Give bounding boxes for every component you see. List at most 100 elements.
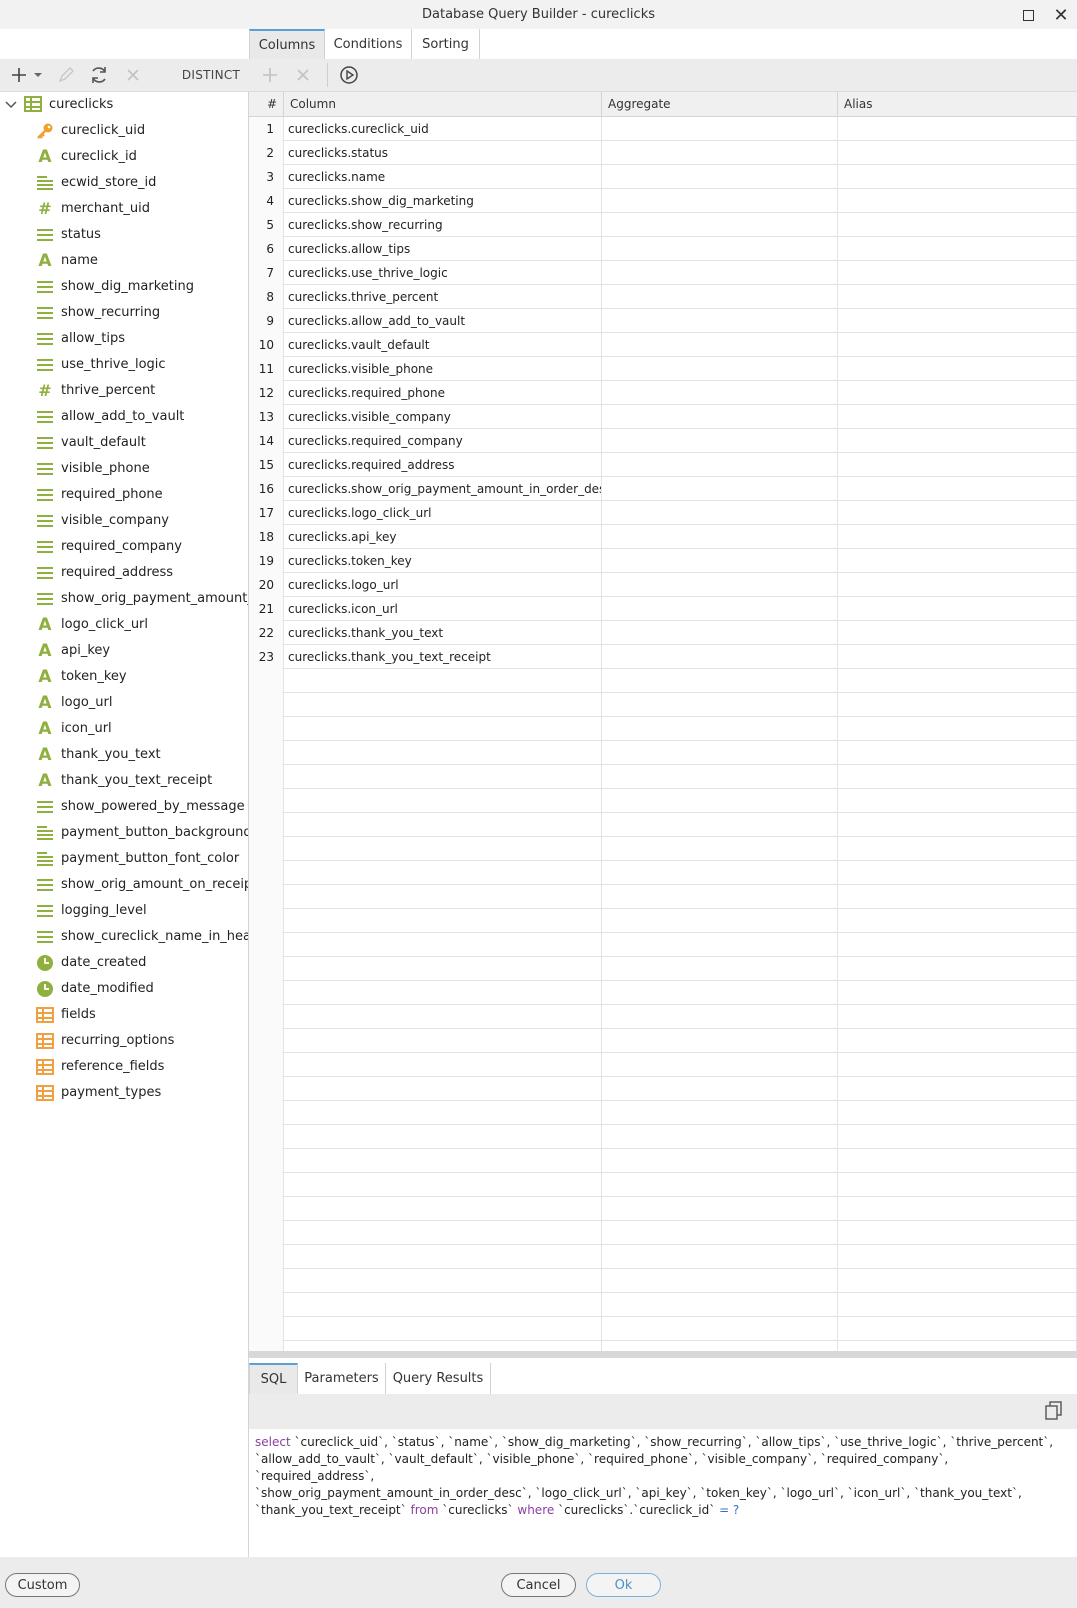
- tree-field-item[interactable]: # merchant_uid: [0, 196, 248, 222]
- chevron-down-icon[interactable]: [4, 98, 18, 112]
- delete-column-button[interactable]: [291, 63, 315, 87]
- copy-button[interactable]: [1043, 1400, 1065, 1422]
- alias-cell[interactable]: [838, 429, 1077, 453]
- tree-field-item[interactable]: Atoken_key: [0, 664, 248, 690]
- aggregate-cell[interactable]: [602, 1269, 838, 1293]
- table-row[interactable]: 5 cureclicks.show_recurring: [249, 213, 1077, 237]
- aggregate-cell[interactable]: [602, 285, 838, 309]
- alias-cell[interactable]: [838, 861, 1077, 885]
- tree-field-item[interactable]: payment_button_background_color: [0, 820, 248, 846]
- table-row[interactable]: [249, 789, 1077, 813]
- tab-query-results[interactable]: Query Results: [386, 1363, 491, 1394]
- column-cell[interactable]: [284, 789, 602, 813]
- tab-sql[interactable]: SQL: [249, 1363, 298, 1394]
- aggregate-cell[interactable]: [602, 1317, 838, 1341]
- column-cell[interactable]: [284, 837, 602, 861]
- aggregate-cell[interactable]: [602, 1005, 838, 1029]
- table-row[interactable]: 22 cureclicks.thank_you_text: [249, 621, 1077, 645]
- tree-field-item[interactable]: payment_types: [0, 1080, 248, 1106]
- aggregate-cell[interactable]: [602, 429, 838, 453]
- ok-button[interactable]: Ok: [586, 1573, 661, 1597]
- column-cell[interactable]: [284, 1029, 602, 1053]
- tree-field-item[interactable]: # thrive_percent: [0, 378, 248, 404]
- alias-cell[interactable]: [838, 405, 1077, 429]
- run-button[interactable]: [336, 63, 362, 87]
- column-cell[interactable]: [284, 933, 602, 957]
- aggregate-cell[interactable]: [602, 1029, 838, 1053]
- aggregate-cell[interactable]: [602, 333, 838, 357]
- tree-field-item[interactable]: Alogo_click_url: [0, 612, 248, 638]
- tab-conditions[interactable]: Conditions: [325, 29, 412, 59]
- aggregate-cell[interactable]: [602, 501, 838, 525]
- close-button[interactable]: ✕: [1049, 4, 1073, 26]
- alias-cell[interactable]: [838, 213, 1077, 237]
- alias-cell[interactable]: [838, 1101, 1077, 1125]
- column-cell[interactable]: [284, 885, 602, 909]
- aggregate-cell[interactable]: [602, 789, 838, 813]
- table-row[interactable]: 21 cureclicks.icon_url: [249, 597, 1077, 621]
- tree-field-item[interactable]: Aapi_key: [0, 638, 248, 664]
- alias-cell[interactable]: [838, 1053, 1077, 1077]
- table-row[interactable]: [249, 717, 1077, 741]
- tree-field-item[interactable]: cureclick_uid: [0, 118, 248, 144]
- table-row[interactable]: [249, 909, 1077, 933]
- alias-cell[interactable]: [838, 597, 1077, 621]
- alias-cell[interactable]: [838, 645, 1077, 669]
- aggregate-cell[interactable]: [602, 189, 838, 213]
- alias-cell[interactable]: [838, 1245, 1077, 1269]
- alias-cell[interactable]: [838, 741, 1077, 765]
- aggregate-cell[interactable]: [602, 1173, 838, 1197]
- table-row[interactable]: [249, 981, 1077, 1005]
- alias-cell[interactable]: [838, 309, 1077, 333]
- alias-cell[interactable]: [838, 1269, 1077, 1293]
- alias-cell[interactable]: [838, 141, 1077, 165]
- tree-field-item[interactable]: ecwid_store_id: [0, 170, 248, 196]
- alias-cell[interactable]: [838, 621, 1077, 645]
- aggregate-cell[interactable]: [602, 237, 838, 261]
- column-cell[interactable]: cureclicks.thank_you_text: [284, 621, 602, 645]
- tree-field-item[interactable]: Athank_you_text: [0, 742, 248, 768]
- aggregate-cell[interactable]: [602, 933, 838, 957]
- aggregate-cell[interactable]: [602, 981, 838, 1005]
- aggregate-cell[interactable]: [602, 885, 838, 909]
- column-cell[interactable]: [284, 957, 602, 981]
- column-cell[interactable]: [284, 1101, 602, 1125]
- column-cell[interactable]: cureclicks.required_address: [284, 453, 602, 477]
- tree-field-item[interactable]: date_created: [0, 950, 248, 976]
- tree-field-item[interactable]: reference_fields: [0, 1054, 248, 1080]
- column-cell[interactable]: [284, 1053, 602, 1077]
- column-cell[interactable]: cureclicks.allow_tips: [284, 237, 602, 261]
- add-column-button[interactable]: [258, 63, 282, 87]
- aggregate-cell[interactable]: [602, 261, 838, 285]
- column-cell[interactable]: cureclicks.thank_you_text_receipt: [284, 645, 602, 669]
- remove-button[interactable]: [121, 63, 145, 87]
- table-row[interactable]: 17 cureclicks.logo_click_url: [249, 501, 1077, 525]
- column-cell[interactable]: [284, 1221, 602, 1245]
- alias-cell[interactable]: [838, 261, 1077, 285]
- table-row[interactable]: 20 cureclicks.logo_url: [249, 573, 1077, 597]
- alias-cell[interactable]: [838, 909, 1077, 933]
- column-cell[interactable]: cureclicks.logo_click_url: [284, 501, 602, 525]
- tree-field-item[interactable]: allow_tips: [0, 326, 248, 352]
- column-cell[interactable]: [284, 1197, 602, 1221]
- alias-cell[interactable]: [838, 285, 1077, 309]
- tree-field-item[interactable]: allow_add_to_vault: [0, 404, 248, 430]
- tree-field-item[interactable]: recurring_options: [0, 1028, 248, 1054]
- aggregate-cell[interactable]: [602, 861, 838, 885]
- alias-cell[interactable]: [838, 117, 1077, 141]
- table-row[interactable]: 9 cureclicks.allow_add_to_vault: [249, 309, 1077, 333]
- column-cell[interactable]: cureclicks.allow_add_to_vault: [284, 309, 602, 333]
- alias-cell[interactable]: [838, 1293, 1077, 1317]
- column-cell[interactable]: [284, 1245, 602, 1269]
- aggregate-cell[interactable]: [602, 1197, 838, 1221]
- tree-field-item[interactable]: visible_company: [0, 508, 248, 534]
- alias-cell[interactable]: [838, 789, 1077, 813]
- table-row[interactable]: 6 cureclicks.allow_tips: [249, 237, 1077, 261]
- tab-sorting[interactable]: Sorting: [412, 29, 480, 59]
- alias-cell[interactable]: [838, 933, 1077, 957]
- table-row[interactable]: [249, 1221, 1077, 1245]
- aggregate-cell[interactable]: [602, 645, 838, 669]
- tree-field-item[interactable]: required_company: [0, 534, 248, 560]
- table-row[interactable]: [249, 693, 1077, 717]
- alias-cell[interactable]: [838, 525, 1077, 549]
